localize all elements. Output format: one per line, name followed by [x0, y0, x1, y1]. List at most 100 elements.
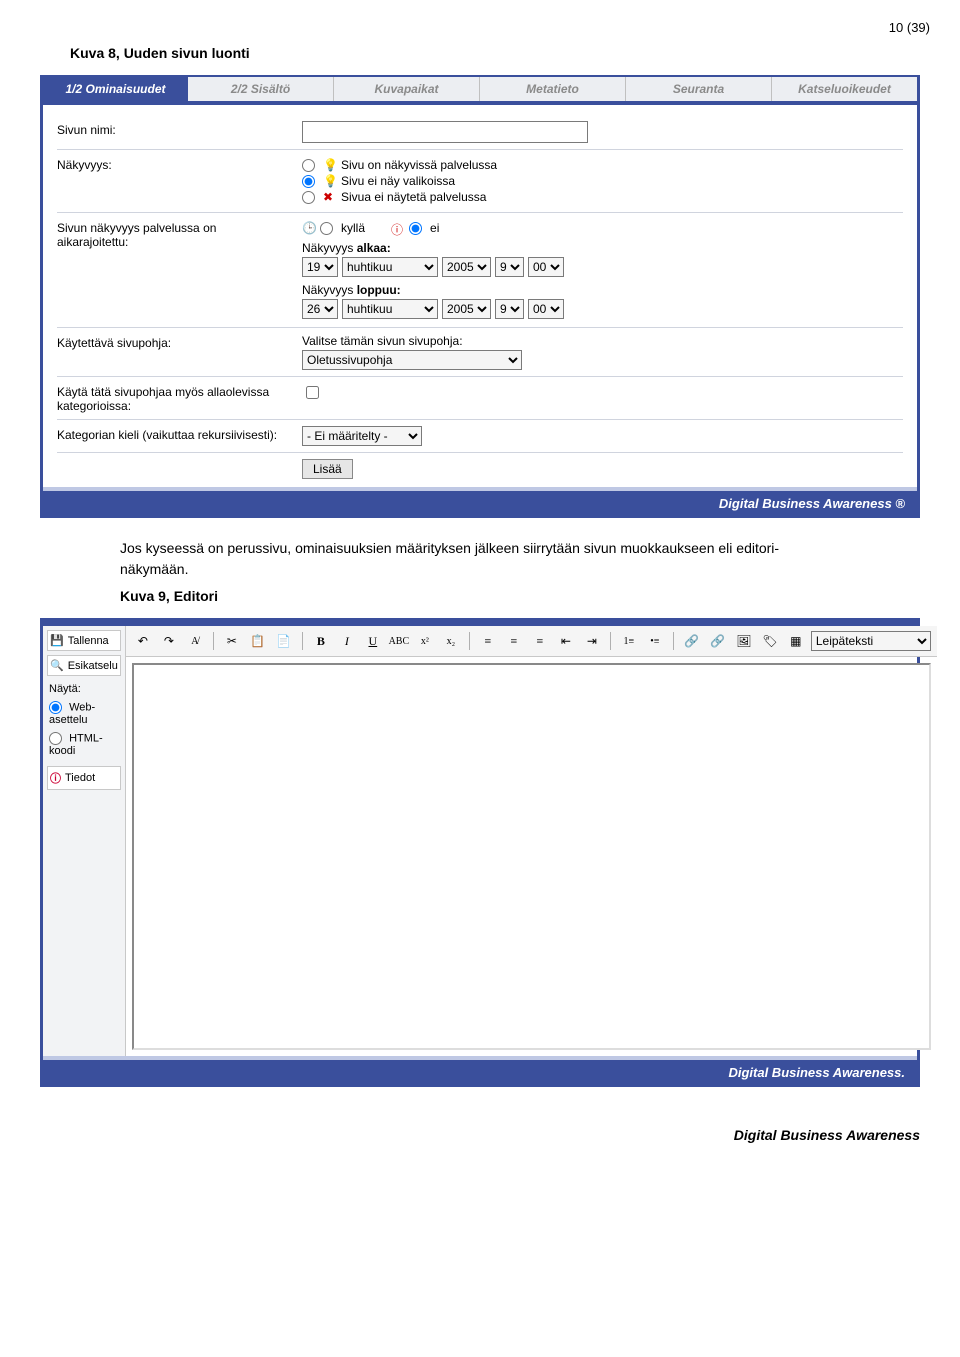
ordered-list-icon[interactable]: 1≡	[618, 630, 640, 652]
screenshot-brand-footer: Digital Business Awareness.	[43, 1056, 917, 1085]
screenshot-properties-form: 1/2 Ominaisuudet 2/2 Sisältö Kuvapaikat …	[40, 75, 920, 518]
copy-icon[interactable]: 📋	[247, 630, 269, 652]
unlink-icon[interactable]: 🔗	[707, 630, 729, 652]
toolbar-separator	[302, 632, 303, 650]
start-year-select[interactable]: 2005	[442, 257, 491, 277]
visibility-ends-label: Näkyvyys loppuu:	[302, 283, 903, 297]
bulb-off-icon: 💡	[323, 174, 337, 188]
label-use-template-below: Käytä tätä sivupohjaa myös allaolevissa …	[57, 383, 302, 413]
end-year-select[interactable]: 2005	[442, 299, 491, 319]
toolbar-separator	[469, 632, 470, 650]
toolbar-separator	[673, 632, 674, 650]
table-icon[interactable]: ▦	[785, 630, 807, 652]
timed-radio-no[interactable]	[409, 222, 422, 235]
timed-yes-label: kyllä	[341, 221, 365, 235]
toolbar-separator	[610, 632, 611, 650]
visibility-radio-visible[interactable]	[302, 159, 315, 172]
unordered-list-icon[interactable]: •≡	[644, 630, 666, 652]
start-hour-select[interactable]: 9	[495, 257, 524, 277]
language-select[interactable]: - Ei määritelty -	[302, 426, 422, 446]
preview-label: Esikatselu	[68, 660, 118, 672]
start-month-select[interactable]: huhtikuu	[342, 257, 438, 277]
tab-seuranta[interactable]: Seuranta	[626, 77, 772, 101]
anchor-icon[interactable]: 🏷	[759, 630, 781, 652]
clear-format-icon[interactable]: A̸	[184, 630, 206, 652]
page-number: 10 (39)	[30, 20, 930, 35]
page-name-input[interactable]	[302, 121, 588, 143]
cut-icon[interactable]: ✂	[221, 630, 243, 652]
tab-kuvapaikat[interactable]: Kuvapaikat	[334, 77, 480, 101]
editor-canvas[interactable]	[132, 663, 931, 1050]
magnifier-icon: 🔍	[50, 659, 64, 672]
save-icon: 💾	[50, 634, 64, 647]
indent-icon[interactable]: ⇥	[581, 630, 603, 652]
editor-toolbar: ↶ ↷ A̸ ✂ 📋 📄 B I U ABC x² x₂ ≡ ≡	[126, 626, 937, 657]
screenshot-brand-footer: Digital Business Awareness ®	[43, 487, 917, 516]
info-button[interactable]: ⓘ Tiedot	[47, 766, 121, 790]
visibility-radio-not-shown[interactable]	[302, 191, 315, 204]
timed-radio-yes[interactable]	[320, 222, 333, 235]
x-circle-icon: ✖	[323, 190, 337, 204]
undo-icon[interactable]: ↶	[132, 630, 154, 652]
align-right-icon[interactable]: ≡	[529, 630, 551, 652]
label-timed-visibility: Sivun näkyvyys palvelussa on aikarajoite…	[57, 219, 302, 249]
start-day-select[interactable]: 19	[302, 257, 338, 277]
body-paragraph: Jos kyseessä on perussivu, ominaisuuksie…	[120, 538, 840, 580]
timed-no-label: ei	[430, 221, 439, 235]
template-hint: Valitse tämän sivun sivupohja:	[302, 334, 903, 348]
italic-icon[interactable]: I	[336, 630, 358, 652]
template-select[interactable]: Oletussivupohja	[302, 350, 522, 370]
show-label: Näytä:	[47, 680, 121, 698]
figure-9-caption: Kuva 9, Editori	[120, 588, 930, 604]
paragraph-style-select[interactable]: Leipäteksti	[811, 631, 931, 651]
bold-icon[interactable]: B	[310, 630, 332, 652]
paste-icon[interactable]: 📄	[273, 630, 295, 652]
strikethrough-icon[interactable]: ABC	[388, 630, 410, 652]
end-minute-select[interactable]: 00	[528, 299, 564, 319]
visibility-radio-hidden-menu[interactable]	[302, 175, 315, 188]
label-category-language: Kategorian kieli (vaikuttaa rekursiivise…	[57, 426, 302, 442]
preview-button[interactable]: 🔍 Esikatselu	[47, 655, 121, 676]
visibility-starts-label: Näkyvyys alkaa:	[302, 241, 903, 255]
clock-icon: 🕒	[302, 221, 316, 235]
editor-sidebar: 💾 Tallenna 🔍 Esikatselu Näytä: Web-asett…	[43, 626, 126, 1056]
tab-row: 1/2 Ominaisuudet 2/2 Sisältö Kuvapaikat …	[43, 77, 917, 105]
label-page-name: Sivun nimi:	[57, 121, 302, 137]
outdent-icon[interactable]: ⇤	[555, 630, 577, 652]
figure-8-caption: Kuva 8, Uuden sivun luonti	[70, 45, 930, 61]
tab-metatieto[interactable]: Metatieto	[480, 77, 626, 101]
link-icon[interactable]: 🔗	[681, 630, 703, 652]
add-button[interactable]: Lisää	[302, 459, 353, 479]
visibility-opt-2: Sivu ei näy valikoissa	[341, 174, 455, 188]
page-footer: Digital Business Awareness	[30, 1127, 930, 1143]
info-icon: ⓘ	[391, 221, 405, 235]
subscript-icon[interactable]: x₂	[440, 630, 462, 652]
end-hour-select[interactable]: 9	[495, 299, 524, 319]
label-template: Käytettävä sivupohja:	[57, 334, 302, 350]
visibility-opt-1: Sivu on näkyvissä palvelussa	[341, 158, 497, 172]
visibility-opt-3: Sivua ei näytetä palvelussa	[341, 190, 486, 204]
end-day-select[interactable]: 26	[302, 299, 338, 319]
view-radio-html[interactable]	[49, 732, 62, 745]
tab-katseluoikeudet[interactable]: Katseluoikeudet	[772, 77, 917, 101]
bulb-on-icon: 💡	[323, 158, 337, 172]
info-red-icon: ⓘ	[50, 770, 61, 786]
view-radio-web[interactable]	[49, 701, 62, 714]
use-template-checkbox[interactable]	[306, 386, 319, 399]
toolbar-separator	[213, 632, 214, 650]
save-label: Tallenna	[68, 635, 109, 647]
save-button[interactable]: 💾 Tallenna	[47, 630, 121, 651]
start-minute-select[interactable]: 00	[528, 257, 564, 277]
screenshot-editor: 💾 Tallenna 🔍 Esikatselu Näytä: Web-asett…	[40, 618, 920, 1087]
image-icon[interactable]: 🖼	[733, 630, 755, 652]
tab-ominaisuudet[interactable]: 1/2 Ominaisuudet	[43, 77, 188, 101]
redo-icon[interactable]: ↷	[158, 630, 180, 652]
label-visibility: Näkyvyys:	[57, 156, 302, 172]
underline-icon[interactable]: U	[362, 630, 384, 652]
info-label: Tiedot	[65, 772, 95, 784]
superscript-icon[interactable]: x²	[414, 630, 436, 652]
end-month-select[interactable]: huhtikuu	[342, 299, 438, 319]
align-left-icon[interactable]: ≡	[477, 630, 499, 652]
tab-sisalto[interactable]: 2/2 Sisältö	[188, 77, 334, 101]
align-center-icon[interactable]: ≡	[503, 630, 525, 652]
